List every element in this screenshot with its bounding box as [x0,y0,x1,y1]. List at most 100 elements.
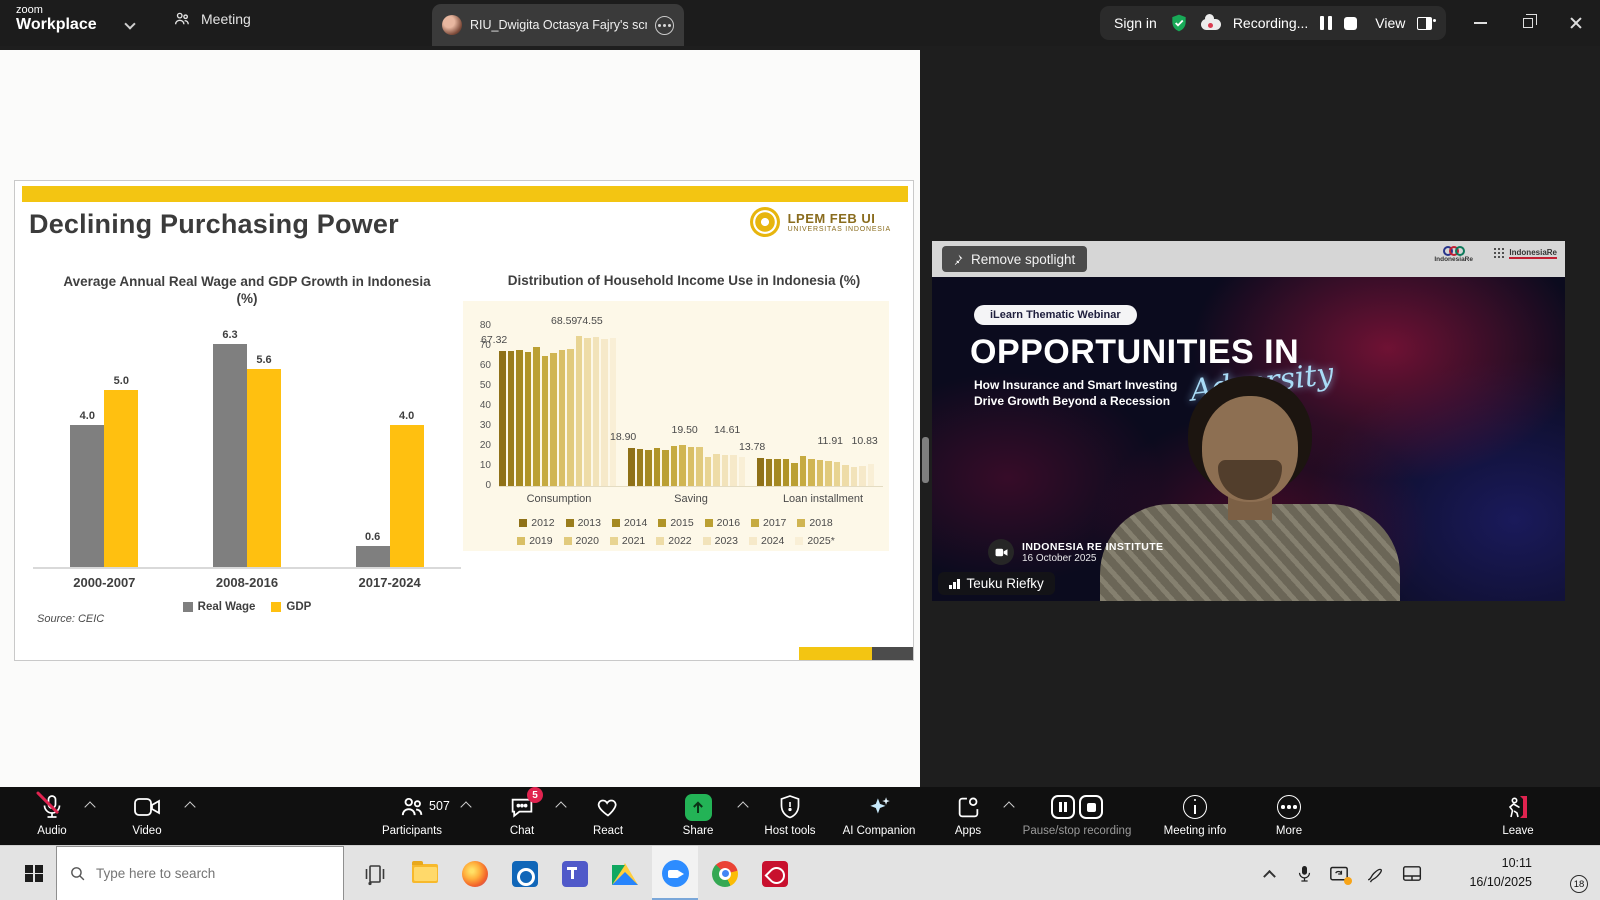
wage-chart-title-line1: Average Annual Real Wage and GDP Growth … [33,273,461,290]
remove-spotlight-label: Remove spotlight [971,252,1075,267]
legend-item: 2022 [656,535,691,547]
search-input[interactable] [96,866,316,881]
start-button[interactable] [14,846,54,900]
legend-item: 2015 [658,517,693,529]
bar-value-label: 4.0 [80,410,95,422]
bar [730,455,737,486]
chat-label: Chat [510,825,534,837]
sparkle-icon [866,793,892,821]
pause-stop-recording-button[interactable]: Pause/stop recording [1012,793,1142,837]
slide-accent-bar [22,186,908,202]
signal-bars-icon [949,579,960,589]
firefox-button[interactable] [452,846,498,900]
speaker-silhouette [1100,376,1400,601]
bar [671,446,678,486]
bar [791,463,798,486]
y-axis-tick: 60 [463,360,491,371]
scrollbar-handle[interactable] [922,437,929,483]
brand-workplace: Workplace [16,16,97,34]
bar [766,459,773,486]
teams-button[interactable] [552,846,598,900]
bar [593,337,600,486]
camera-icon [133,793,161,821]
legend-chip [703,537,711,545]
sign-in-button[interactable]: Sign in [1114,15,1157,31]
taskbar-clock[interactable]: 10:11 16/10/2025 [1469,854,1532,892]
zoom-app-button[interactable] [652,846,698,900]
tab-meeting-label: Meeting [201,11,251,27]
legend-item: 2017 [751,517,786,529]
bar [533,347,540,486]
participants-count: 507 [429,799,450,813]
bar [499,351,506,486]
notification-center-button[interactable]: 18 [1552,858,1582,888]
restore-button[interactable] [1504,0,1552,46]
clock-time: 10:11 [1469,854,1532,873]
y-axis-tick: 10 [463,460,491,471]
google-drive-icon [612,863,638,885]
outlook-button[interactable] [502,846,548,900]
view-layout-icon[interactable] [1417,17,1432,30]
close-icon [1569,16,1583,30]
close-button[interactable] [1552,0,1600,46]
chevron-down-icon[interactable] [124,18,135,29]
dist-bar-group: 13.7811.9110.83 [757,456,874,486]
wage-chart-legend: Real WageGDP [33,601,461,613]
leave-button[interactable]: Leave [1453,793,1583,837]
pause-recording-icon[interactable] [1320,16,1332,30]
wage-bar-column: 4.0 [70,410,104,567]
bar-value-label: 68.59 [551,315,577,327]
bar [525,352,532,486]
taskbar-search[interactable] [56,846,344,900]
remove-spotlight-button[interactable]: Remove spotlight [942,246,1087,272]
teams-icon [562,861,588,887]
x-axis-label: 2000-2007 [73,575,135,590]
view-button[interactable]: View [1375,15,1405,31]
bar [516,350,523,486]
recording-status: Recording... [1233,15,1308,31]
tray-pen[interactable] [1358,846,1390,900]
tray-microphone[interactable] [1288,846,1320,900]
tab-meeting[interactable]: Meeting [172,10,251,28]
video-button[interactable]: Video [82,793,212,837]
pause-recording-icon[interactable] [1051,795,1075,819]
google-drive-button[interactable] [602,846,648,900]
wage-bar-column: 0.6 [356,531,390,567]
acrobat-button[interactable] [752,846,798,900]
bar [247,369,281,567]
tray-touchpad[interactable] [1396,846,1428,900]
file-explorer-button[interactable] [402,846,448,900]
stop-recording-icon[interactable] [1344,17,1357,30]
legend-chip [612,519,620,527]
chrome-button[interactable] [702,846,748,900]
bar [713,454,720,486]
bar [576,336,583,486]
wage-gdp-chart: Average Annual Real Wage and GDP Growth … [33,273,461,613]
tray-expand-button[interactable] [1253,846,1285,900]
bar [610,338,617,486]
legend-chip [183,602,193,612]
indonesia-re-logo-text: IndonesiaRe [1434,256,1473,263]
legend-chip [751,519,759,527]
webinar-pill: iLearn Thematic Webinar [974,305,1137,325]
task-view-button[interactable] [352,846,398,900]
bar [508,351,515,486]
legend-chip [519,519,527,527]
minimize-button[interactable] [1456,0,1504,46]
bar [739,457,746,486]
legend-chip [658,519,666,527]
bar-value-label: 13.78 [739,441,765,453]
x-axis-label: 2017-2024 [359,575,421,590]
tab-shared-screen[interactable]: RIU_Dwigita Octasya Fajry's scree [432,4,684,46]
y-axis-tick: 40 [463,400,491,411]
legend-chip [797,519,805,527]
tray-screen-share[interactable] [1323,846,1355,900]
participants-label: Participants [382,825,442,837]
legend-chip [656,537,664,545]
stop-recording-icon[interactable] [1079,795,1103,819]
more-button[interactable]: More [1224,793,1354,837]
bar [696,447,703,486]
dist-chart-plot: 67.3268.5974.5518.9019.5014.6113.7811.91… [499,315,883,487]
wage-bar-column: 5.0 [104,375,138,567]
tab-options-button[interactable] [655,16,674,35]
